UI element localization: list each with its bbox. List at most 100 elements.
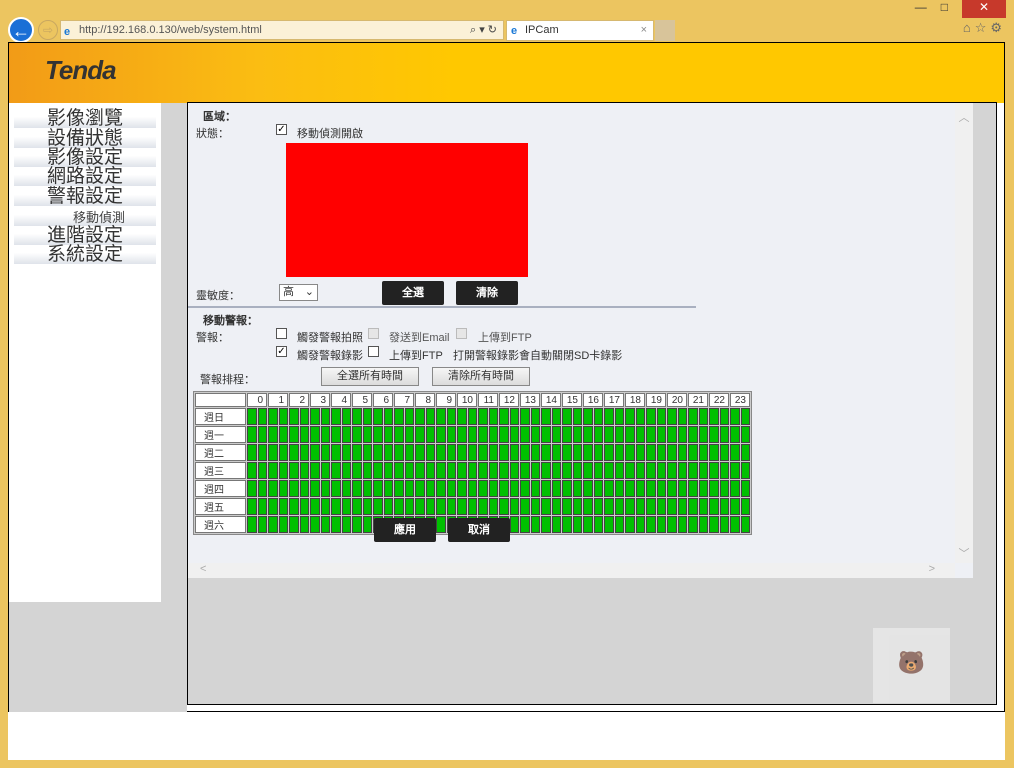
schedule-cell[interactable] [541, 480, 551, 497]
hour-header[interactable]: 12 [499, 393, 519, 407]
schedule-cell[interactable] [404, 480, 414, 497]
schedule-cell[interactable] [404, 408, 414, 425]
schedule-cell[interactable] [740, 462, 750, 479]
schedule-cell[interactable] [551, 498, 561, 515]
schedule-cell[interactable] [257, 408, 267, 425]
schedule-cell[interactable] [425, 444, 435, 461]
select-all-time-button[interactable]: 全選所有時間 [321, 367, 419, 386]
schedule-cell[interactable] [509, 408, 519, 425]
schedule-cell[interactable] [373, 498, 383, 515]
schedule-cell[interactable] [509, 462, 519, 479]
schedule-cell[interactable] [635, 426, 645, 443]
schedule-cell[interactable] [604, 408, 614, 425]
schedule-cell[interactable] [299, 408, 309, 425]
schedule-cell[interactable] [268, 480, 278, 497]
schedule-cell[interactable] [688, 480, 698, 497]
schedule-cell[interactable] [656, 444, 666, 461]
schedule-cell[interactable] [362, 426, 372, 443]
schedule-cell[interactable] [593, 426, 603, 443]
schedule-cell[interactable] [436, 462, 446, 479]
schedule-cell[interactable] [635, 516, 645, 533]
hour-header[interactable]: 11 [478, 393, 498, 407]
schedule-cell[interactable] [289, 516, 299, 533]
schedule-cell[interactable] [362, 516, 372, 533]
schedule-cell[interactable] [331, 480, 341, 497]
schedule-cell[interactable] [310, 480, 320, 497]
schedule-cell[interactable] [383, 408, 393, 425]
schedule-cell[interactable] [614, 444, 624, 461]
schedule-cell[interactable] [520, 408, 530, 425]
schedule-cell[interactable] [467, 498, 477, 515]
schedule-cell[interactable] [467, 444, 477, 461]
schedule-cell[interactable] [457, 462, 467, 479]
schedule-cell[interactable] [520, 444, 530, 461]
schedule-cell[interactable] [530, 498, 540, 515]
schedule-cell[interactable] [289, 408, 299, 425]
schedule-cell[interactable] [614, 480, 624, 497]
schedule-cell[interactable] [709, 480, 719, 497]
schedule-cell[interactable] [394, 480, 404, 497]
schedule-cell[interactable] [730, 462, 740, 479]
schedule-cell[interactable] [688, 498, 698, 515]
schedule-cell[interactable] [436, 480, 446, 497]
schedule-cell[interactable] [730, 516, 740, 533]
schedule-cell[interactable] [320, 426, 330, 443]
schedule-cell[interactable] [541, 426, 551, 443]
snapshot-ftp-checkbox[interactable] [456, 328, 467, 339]
schedule-cell[interactable] [530, 426, 540, 443]
schedule-cell[interactable] [383, 480, 393, 497]
tab-ipcam[interactable]: e IPCam × [506, 20, 654, 41]
schedule-cell[interactable] [730, 426, 740, 443]
schedule-cell[interactable] [509, 444, 519, 461]
schedule-cell[interactable] [373, 462, 383, 479]
scroll-up-icon[interactable]: ︿ [955, 109, 973, 125]
schedule-cell[interactable] [593, 444, 603, 461]
schedule-cell[interactable] [331, 498, 341, 515]
schedule-cell[interactable] [593, 498, 603, 515]
schedule-cell[interactable] [488, 480, 498, 497]
schedule-cell[interactable] [404, 426, 414, 443]
schedule-cell[interactable] [614, 426, 624, 443]
schedule-cell[interactable] [740, 444, 750, 461]
schedule-cell[interactable] [604, 462, 614, 479]
schedule-cell[interactable] [278, 516, 288, 533]
schedule-cell[interactable] [415, 480, 425, 497]
schedule-cell[interactable] [572, 498, 582, 515]
schedule-cell[interactable] [425, 426, 435, 443]
cancel-button[interactable]: 取消 [448, 518, 510, 542]
schedule-cell[interactable] [404, 498, 414, 515]
schedule-cell[interactable] [373, 444, 383, 461]
schedule-cell[interactable] [656, 498, 666, 515]
schedule-cell[interactable] [530, 462, 540, 479]
schedule-cell[interactable] [509, 498, 519, 515]
schedule-cell[interactable] [646, 462, 656, 479]
schedule-cell[interactable] [614, 408, 624, 425]
schedule-cell[interactable] [289, 462, 299, 479]
sensitivity-select[interactable]: 高 ⌄ [279, 284, 318, 301]
schedule-cell[interactable] [520, 516, 530, 533]
schedule-cell[interactable] [488, 462, 498, 479]
back-button[interactable]: ← [8, 17, 34, 43]
schedule-cell[interactable] [677, 408, 687, 425]
schedule-cell[interactable] [457, 498, 467, 515]
schedule-cell[interactable] [394, 462, 404, 479]
schedule-cell[interactable] [625, 426, 635, 443]
schedule-cell[interactable] [551, 408, 561, 425]
schedule-cell[interactable] [604, 516, 614, 533]
hour-header[interactable]: 5 [352, 393, 372, 407]
schedule-cell[interactable] [446, 408, 456, 425]
schedule-cell[interactable] [562, 444, 572, 461]
schedule-cell[interactable] [436, 498, 446, 515]
schedule-cell[interactable] [247, 516, 257, 533]
detection-area-canvas[interactable] [286, 143, 528, 277]
schedule-cell[interactable] [604, 444, 614, 461]
schedule-cell[interactable] [509, 480, 519, 497]
schedule-cell[interactable] [467, 462, 477, 479]
schedule-cell[interactable] [257, 480, 267, 497]
schedule-cell[interactable] [719, 516, 729, 533]
hour-header[interactable]: 17 [604, 393, 624, 407]
schedule-cell[interactable] [320, 462, 330, 479]
schedule-cell[interactable] [478, 498, 488, 515]
schedule-cell[interactable] [415, 408, 425, 425]
schedule-cell[interactable] [572, 462, 582, 479]
